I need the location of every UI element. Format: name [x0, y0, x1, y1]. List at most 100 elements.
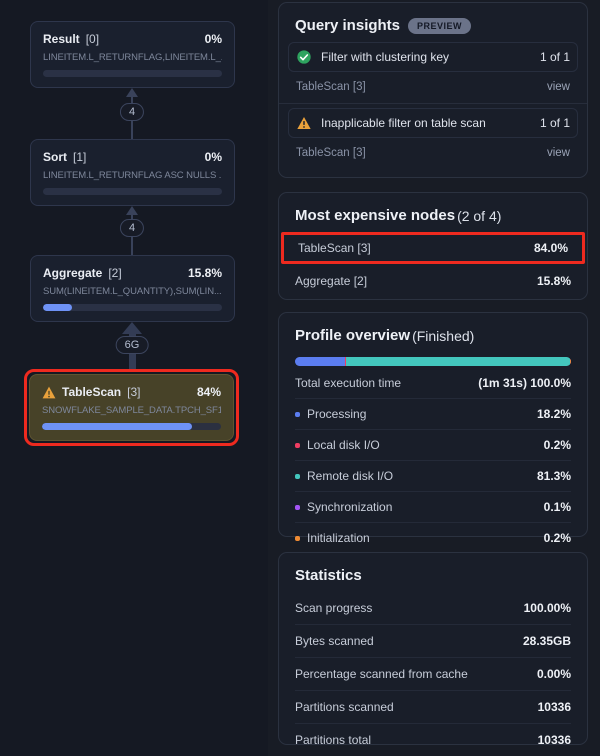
node-id: [2]	[108, 266, 121, 280]
query-plan-canvas: Result [0] 0% LINEITEM.L_RETURNFLAG,LINE…	[0, 0, 268, 756]
profile-label: Initialization	[307, 531, 544, 545]
expensive-row-aggregate[interactable]: Aggregate [2] 15.8%	[295, 266, 571, 294]
plan-node-tablescan[interactable]: TableScan [3] 84% SNOWFLAKE_SAMPLE_DATA.…	[29, 374, 234, 441]
profile-row-total: Total execution time (1m 31s) 100.0%	[295, 368, 571, 399]
node-id: [3]	[127, 385, 140, 399]
insight-item-clustering-key[interactable]: Filter with clustering key 1 of 1	[288, 42, 578, 72]
stat-label: Partitions scanned	[295, 700, 394, 714]
stat-value: 0.00%	[537, 667, 571, 681]
node-header: Aggregate [2] 15.8%	[43, 266, 222, 280]
stat-row-cache-percentage: Percentage scanned from cache 0.00%	[295, 658, 571, 691]
preview-badge: PREVIEW	[408, 18, 471, 34]
edge-rowcount-label: 4	[120, 219, 144, 237]
node-id: [1]	[73, 150, 86, 164]
plan-node-sort[interactable]: Sort [1] 0% LINEITEM.L_RETURNFLAG ASC NU…	[30, 139, 235, 206]
insight-node-ref: TableScan [3]	[296, 81, 366, 93]
node-id: [0]	[86, 32, 99, 46]
stat-value: 28.35GB	[523, 634, 571, 648]
node-percent: 0%	[205, 150, 222, 164]
insight-view-link[interactable]: view	[547, 81, 570, 93]
profile-label: Remote disk I/O	[307, 469, 537, 483]
most-expensive-nodes-panel: Most expensive nodes (2 of 4) TableScan …	[278, 192, 588, 300]
node-progress-bar	[43, 188, 222, 195]
divider	[279, 103, 587, 104]
expensive-row-tablescan-highlighted[interactable]: TableScan [3] 84.0%	[281, 232, 585, 264]
profile-value: 0.1%	[544, 500, 571, 514]
edge-rowcount-label: 4	[120, 103, 144, 121]
insight-label: Inapplicable filter on table scan	[321, 116, 531, 130]
panel-title: Most expensive nodes	[295, 207, 455, 224]
node-header: TableScan [3] 84%	[42, 385, 221, 399]
node-progress-fill	[43, 304, 72, 311]
stat-row-partitions-total: Partitions total 10336	[295, 724, 571, 756]
panel-title-suffix: (Finished)	[412, 328, 474, 344]
node-progress-fill	[42, 423, 192, 430]
panel-title: Statistics	[295, 567, 362, 584]
highlight-box-tablescan-node: TableScan [3] 84% SNOWFLAKE_SAMPLE_DATA.…	[24, 369, 239, 446]
plan-node-aggregate[interactable]: Aggregate [2] 15.8% SUM(LINEITEM.L_QUANT…	[30, 255, 235, 322]
stat-value: 100.00%	[524, 601, 571, 615]
legend-dot	[295, 474, 300, 479]
profile-label: Local disk I/O	[307, 438, 544, 452]
bar-segment-remote-disk	[346, 357, 570, 366]
panel-title-suffix: (2 of 4)	[457, 208, 501, 224]
expensive-node-value: 15.8%	[537, 274, 571, 288]
stat-label: Partitions total	[295, 733, 371, 747]
stat-label: Bytes scanned	[295, 634, 374, 648]
statistics-panel: Statistics Scan progress 100.00% Bytes s…	[278, 552, 588, 745]
stat-label: Percentage scanned from cache	[295, 667, 468, 681]
profile-label: Total execution time	[295, 376, 478, 390]
stat-row-bytes-scanned: Bytes scanned 28.35GB	[295, 625, 571, 658]
stat-value: 10336	[538, 733, 571, 747]
node-name: Aggregate	[43, 266, 102, 280]
insight-node-ref: TableScan [3]	[296, 147, 366, 159]
expensive-node-label: Aggregate [2]	[295, 274, 367, 288]
insight-view-link[interactable]: view	[547, 147, 570, 159]
profile-value: 81.3%	[537, 469, 571, 483]
legend-dot	[295, 536, 300, 541]
legend-dot	[295, 505, 300, 510]
node-header: Result [0] 0%	[43, 32, 222, 46]
node-detail: SUM(LINEITEM.L_QUANTITY),SUM(LIN...	[43, 286, 222, 297]
warning-icon	[42, 386, 56, 399]
profile-value: 18.2%	[537, 407, 571, 421]
node-progress-bar	[43, 70, 222, 77]
profile-row-processing: Processing 18.2%	[295, 399, 571, 430]
node-detail: LINEITEM.L_RETURNFLAG ASC NULLS ...	[43, 170, 222, 181]
profile-overview-panel: Profile overview (Finished) Total execut…	[278, 312, 588, 537]
query-insights-panel: Query insights PREVIEW Filter with clust…	[278, 2, 588, 178]
stat-label: Scan progress	[295, 601, 372, 615]
node-name: TableScan	[62, 385, 121, 399]
stat-row-scan-progress: Scan progress 100.00%	[295, 592, 571, 625]
legend-dot	[295, 443, 300, 448]
profile-row-initialization: Initialization 0.2%	[295, 523, 571, 553]
panel-title: Query insights	[295, 17, 400, 34]
insight-count: 1 of 1	[540, 50, 570, 64]
expensive-node-value: 84.0%	[534, 241, 568, 255]
insight-item-inapplicable-filter[interactable]: Inapplicable filter on table scan 1 of 1	[288, 108, 578, 138]
check-circle-icon	[296, 49, 312, 65]
stat-row-partitions-scanned: Partitions scanned 10336	[295, 691, 571, 724]
node-progress-bar	[43, 304, 222, 311]
edge-rowcount-label: 6G	[116, 336, 149, 354]
node-progress-bar	[42, 423, 221, 430]
plan-node-result[interactable]: Result [0] 0% LINEITEM.L_RETURNFLAG,LINE…	[30, 21, 235, 88]
profile-value: (1m 31s) 100.0%	[478, 376, 571, 390]
legend-dot	[295, 412, 300, 417]
node-header: Sort [1] 0%	[43, 150, 222, 164]
node-detail: SNOWFLAKE_SAMPLE_DATA.TPCH_SF1...	[42, 405, 221, 416]
profile-value: 0.2%	[544, 438, 571, 452]
stat-value: 10336	[538, 700, 571, 714]
node-name: Result	[43, 32, 80, 46]
profile-value: 0.2%	[544, 531, 571, 545]
insight-label: Filter with clustering key	[321, 50, 531, 64]
execution-time-bar	[295, 357, 571, 366]
node-percent: 84%	[197, 385, 221, 399]
panel-title: Profile overview	[295, 327, 410, 344]
insight-count: 1 of 1	[540, 116, 570, 130]
profile-row-remote-disk-io: Remote disk I/O 81.3%	[295, 461, 571, 492]
expensive-node-label: TableScan [3]	[298, 241, 371, 255]
warning-icon	[296, 115, 312, 131]
profile-label: Processing	[307, 407, 537, 421]
bar-segment-initialization	[570, 357, 571, 366]
